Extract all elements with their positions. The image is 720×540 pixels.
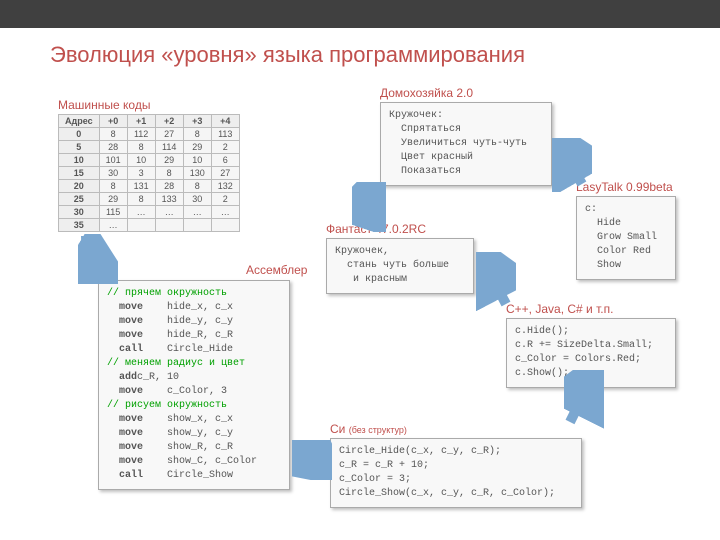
code-housewife: Кружочек: Спрятаться Увеличиться чуть-чу…	[380, 102, 552, 186]
table-row: 208131288132	[59, 180, 240, 193]
table-row: 25298133302	[59, 193, 240, 206]
table-row: 08112278113	[59, 128, 240, 141]
arrow-machine-asm	[78, 234, 118, 284]
table-row: 101011029106	[59, 154, 240, 167]
code-asm: // прячем окружность move hide_x, c_x mo…	[98, 280, 290, 490]
page-title: Эволюция «уровня» языка программирования	[50, 42, 525, 68]
arrow-asm-c	[292, 440, 332, 480]
machine-code-table: Адрес +0 +1 +2 +3 +4 08112278113 5288114…	[58, 114, 240, 232]
label-cpp: C++, Java, C# и т.п.	[506, 302, 613, 316]
code-fantast: Кружочек, стань чуть больше и красным	[326, 238, 474, 294]
th-3: +3	[183, 115, 211, 128]
arrow-fantast-housewife	[352, 182, 386, 232]
th-4: +4	[211, 115, 239, 128]
code-lasy: c: Hide Grow Small Color Red Show	[576, 196, 676, 280]
label-c-suffix: (без структур)	[349, 425, 407, 435]
label-machine: Машинные коды	[58, 98, 150, 112]
code-c: Circle_Hide(c_x, c_y, c_R); c_R = c_R + …	[330, 438, 582, 508]
arrow-cpp-fantast	[476, 252, 516, 312]
th-0: +0	[99, 115, 127, 128]
th-2: +2	[155, 115, 183, 128]
table-row: 30115…………	[59, 206, 240, 219]
table-row: 35…	[59, 219, 240, 232]
arrow-lasy-housewife	[552, 138, 592, 192]
th-addr: Адрес	[59, 115, 100, 128]
label-c: Си (без структур)	[330, 422, 407, 436]
label-asm: Ассемблер	[246, 263, 307, 277]
top-bar	[0, 0, 720, 28]
th-1: +1	[127, 115, 155, 128]
label-housewife: Домохозяйка 2.0	[380, 86, 473, 100]
arrow-c-cpp	[564, 370, 604, 430]
table-row: 15303813027	[59, 167, 240, 180]
table-row: 5288114292	[59, 141, 240, 154]
label-c-prefix: Си	[330, 422, 349, 436]
